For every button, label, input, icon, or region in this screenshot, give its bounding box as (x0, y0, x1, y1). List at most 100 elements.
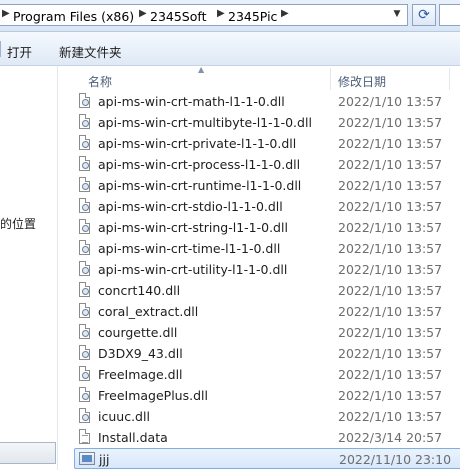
file-row[interactable]: api-ms-win-crt-runtime-l1-1-0.dll 2022/1/… (74, 175, 460, 196)
dll-file-icon (79, 114, 90, 129)
gear-icon (82, 183, 89, 190)
chevron-right-icon[interactable]: ▶ (281, 8, 289, 19)
file-name: jjj (99, 452, 110, 467)
gear-icon (82, 204, 89, 211)
new-folder-button[interactable]: 新建文件夹 (59, 42, 122, 61)
file-name: coral_extract.dll (98, 304, 199, 319)
dll-file-icon (79, 387, 90, 402)
file-modified-date: 2022/11/10 23:10 (339, 452, 452, 467)
sort-ascending-icon: ▲ (198, 65, 205, 74)
column-divider[interactable] (449, 68, 450, 90)
dll-file-icon (79, 219, 90, 234)
file-name: FreeImagePlus.dll (98, 388, 208, 403)
dll-file-icon (79, 198, 90, 213)
column-header-name[interactable]: 名称 (88, 73, 112, 90)
file-row[interactable]: api-ms-win-crt-private-l1-1-0.dll 2022/1/… (74, 133, 460, 154)
file-name: api-ms-win-crt-stdio-l1-1-0.dll (98, 199, 283, 214)
file-modified-date: 2022/1/10 13:57 (338, 115, 443, 130)
chevron-right-icon[interactable]: ▶ (217, 8, 225, 19)
file-row[interactable]: api-ms-win-crt-math-l1-1-0.dll 2022/1/10 … (74, 91, 460, 112)
file-name: concrt140.dll (98, 283, 181, 298)
file-row[interactable]: api-ms-win-crt-string-l1-1-0.dll 2022/1/1… (74, 217, 460, 238)
gear-icon (82, 351, 89, 358)
file-name: api-ms-win-crt-process-l1-1-0.dll (98, 157, 301, 172)
gear-icon (82, 99, 89, 106)
nav-item-location[interactable]: 的位置 (0, 215, 36, 232)
file-row[interactable]: coral_extract.dll 2022/1/10 13:57 (74, 301, 460, 322)
file-row[interactable]: FreeImagePlus.dll 2022/1/10 13:57 (74, 385, 460, 406)
address-bar: ▶ Program Files (x86) ▶ 2345Soft ▶ 2345P… (0, 0, 460, 32)
dll-file-icon (79, 156, 90, 171)
file-row[interactable]: D3DX9_43.dll 2022/1/10 13:57 (74, 343, 460, 364)
file-modified-date: 2022/1/10 13:57 (338, 157, 443, 172)
column-header-modified[interactable]: 修改日期 (338, 73, 386, 90)
file-modified-date: 2022/1/10 13:57 (338, 409, 443, 424)
navigation-pane: 的位置 (0, 66, 58, 470)
gear-icon (82, 141, 89, 148)
dll-file-icon (79, 177, 90, 192)
dll-file-icon (79, 261, 90, 276)
breadcrumb-2345soft[interactable]: 2345Soft (150, 9, 206, 24)
gear-icon (82, 288, 89, 295)
file-modified-date: 2022/1/10 13:57 (338, 388, 443, 403)
file-row[interactable]: api-ms-win-crt-multibyte-l1-1-0.dll 2022/… (74, 112, 460, 133)
file-name: api-ms-win-crt-runtime-l1-1-0.dll (98, 178, 302, 193)
file-name: api-ms-win-crt-multibyte-l1-1-0.dll (98, 115, 312, 130)
file-name: courgette.dll (98, 325, 178, 340)
gear-icon (82, 393, 89, 400)
toolbar-divider (0, 41, 1, 57)
file-name: api-ms-win-crt-private-l1-1-0.dll (98, 136, 297, 151)
breadcrumb-2345pic[interactable]: 2345Pic (228, 9, 277, 24)
refresh-button[interactable]: ⟳ (412, 4, 436, 26)
file-modified-date: 2022/1/10 13:57 (338, 283, 443, 298)
gear-icon (82, 330, 89, 337)
file-row[interactable]: FreeImage.dll 2022/1/10 13:57 (74, 364, 460, 385)
file-row[interactable]: concrt140.dll 2022/1/10 13:57 (74, 280, 460, 301)
file-row[interactable]: jjj 2022/11/10 23:10 (74, 448, 460, 469)
data-file-icon (79, 429, 90, 444)
chevron-right-icon[interactable]: ▶ (139, 8, 147, 19)
file-modified-date: 2022/1/10 13:57 (338, 199, 443, 214)
gear-icon (82, 162, 89, 169)
dll-file-icon (79, 135, 90, 150)
refresh-icon: ⟳ (418, 7, 430, 23)
file-row[interactable]: api-ms-win-crt-utility-l1-1-0.dll 2022/1/… (74, 259, 460, 280)
horizontal-scrollbar[interactable] (0, 442, 56, 464)
dll-file-icon (79, 93, 90, 108)
file-name: api-ms-win-crt-time-l1-1-0.dll (98, 241, 281, 256)
file-modified-date: 2022/1/10 13:57 (338, 325, 443, 340)
file-name: api-ms-win-crt-string-l1-1-0.dll (98, 220, 288, 235)
file-modified-date: 2022/1/10 13:57 (338, 367, 443, 382)
chevron-right-icon[interactable]: ▶ (2, 8, 10, 19)
gear-icon (82, 372, 89, 379)
file-modified-date: 2022/1/10 13:57 (338, 94, 443, 109)
file-name: D3DX9_43.dll (98, 346, 183, 361)
file-name: api-ms-win-crt-math-l1-1-0.dll (98, 94, 285, 109)
gear-icon (82, 225, 89, 232)
file-modified-date: 2022/1/10 13:57 (338, 136, 443, 151)
open-button[interactable]: 打开 (7, 42, 32, 61)
search-input[interactable] (439, 4, 460, 26)
file-row[interactable]: api-ms-win-crt-stdio-l1-1-0.dll 2022/1/10… (74, 196, 460, 217)
dll-file-icon (79, 408, 90, 423)
file-row[interactable]: Install.data 2022/3/14 20:57 (74, 427, 460, 448)
column-header-row: ▲ 名称 修改日期 (58, 65, 460, 90)
breadcrumb[interactable]: ▶ Program Files (x86) ▶ 2345Soft ▶ 2345P… (0, 4, 408, 26)
dll-file-icon (79, 345, 90, 360)
file-modified-date: 2022/1/10 13:57 (338, 241, 443, 256)
file-modified-date: 2022/1/10 13:57 (338, 262, 443, 277)
text-lines-icon (82, 435, 88, 443)
dll-file-icon (79, 366, 90, 381)
chevron-down-icon[interactable]: ▼ (388, 9, 406, 29)
gear-icon (82, 120, 89, 127)
file-modified-date: 2022/1/10 13:57 (338, 220, 443, 235)
column-divider[interactable] (330, 68, 331, 90)
file-row[interactable]: api-ms-win-crt-time-l1-1-0.dll 2022/1/10 … (74, 238, 460, 259)
file-row[interactable]: courgette.dll 2022/1/10 13:57 (74, 322, 460, 343)
file-name: FreeImage.dll (98, 367, 183, 382)
file-modified-date: 2022/3/14 20:57 (338, 430, 443, 445)
breadcrumb-program-files[interactable]: Program Files (x86) (13, 9, 134, 24)
file-row[interactable]: icuuc.dll 2022/1/10 13:57 (74, 406, 460, 427)
file-row[interactable]: api-ms-win-crt-process-l1-1-0.dll 2022/1/… (74, 154, 460, 175)
file-name: Install.data (98, 430, 168, 445)
